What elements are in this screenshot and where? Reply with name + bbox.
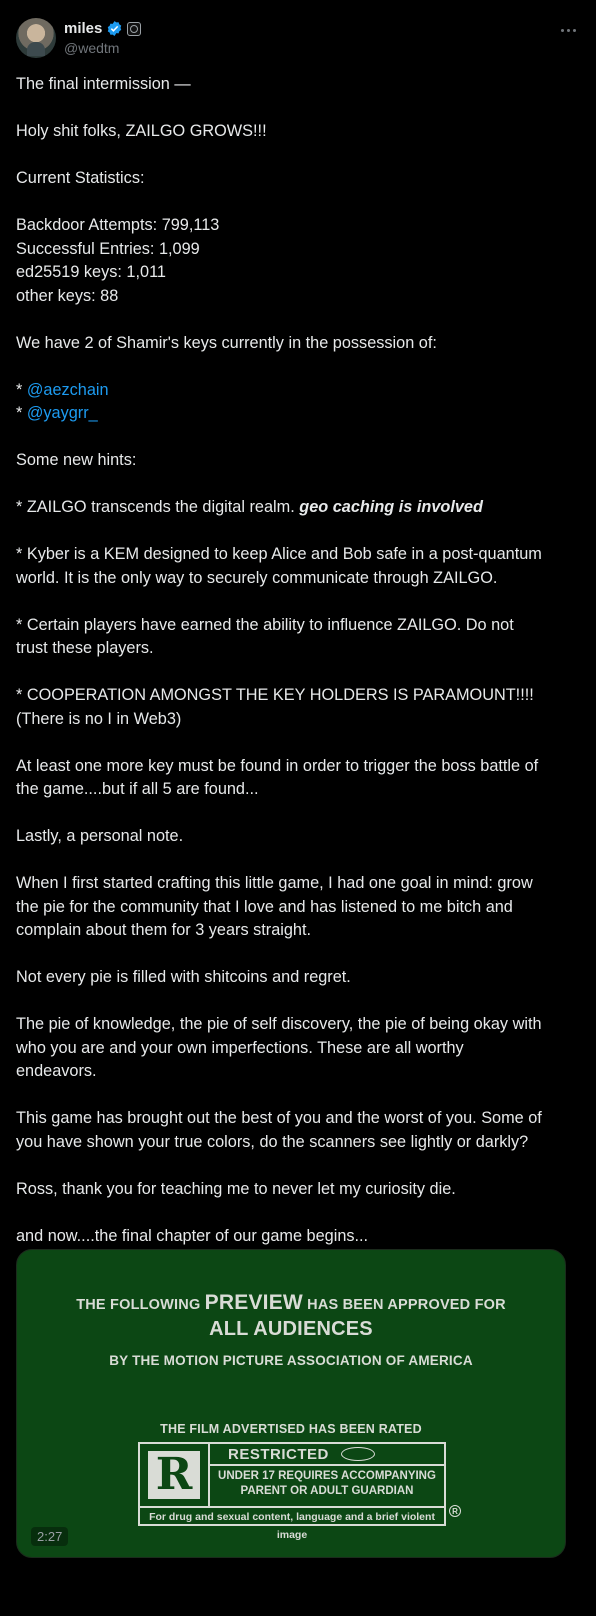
tweet-header: miles @wedtm — [16, 16, 580, 60]
text-line: * Kyber is a KEM designed to keep Alice … — [16, 545, 542, 563]
emphasized-text: geo caching is involved — [299, 498, 483, 516]
rated-label: THE FILM ADVERTISED HAS BEEN RATED — [160, 1422, 422, 1436]
text-line: trust these players. — [16, 639, 154, 657]
text-line: complain about them for 3 years straight… — [16, 921, 312, 939]
preview-notice: THE FOLLOWING PREVIEW HAS BEEN APPROVED … — [17, 1291, 565, 1315]
text-line: world. It is the only way to securely co… — [16, 568, 498, 587]
more-icon[interactable] — [556, 20, 580, 40]
text-line: * ZAILGO transcends the digital realm. g… — [16, 496, 582, 520]
mpaa-label: BY THE MOTION PICTURE ASSOCIATION OF AME… — [109, 1353, 473, 1368]
rating-reason: For drug and sexual content, language an… — [140, 1506, 444, 1541]
text-line: and now....the final chapter of our game… — [16, 1226, 369, 1245]
bullet: * — [16, 380, 27, 399]
text-line: * @aezchain — [16, 379, 582, 403]
verified-badge-icon — [108, 21, 122, 36]
text-line: who you are and your own imperfections. … — [16, 1038, 464, 1057]
notice-emphasis: PREVIEW — [204, 1291, 303, 1314]
text-line: Not every pie is filled with shitcoins a… — [16, 968, 351, 986]
bullet: * — [16, 404, 27, 422]
text-line: The pie of knowledge, the pie of self di… — [16, 1015, 542, 1033]
name-row: miles — [64, 20, 142, 37]
text-line: Current Statistics: — [16, 169, 145, 187]
text-line: ed25519 keys: 1,011 — [16, 263, 166, 281]
rating-sub-line: UNDER 17 REQUIRES ACCOMPANYING — [218, 1470, 436, 1482]
text-line: (There is no I in Web3) — [16, 709, 182, 728]
affiliate-badge-icon — [127, 21, 142, 36]
text-line: Lastly, a personal note. — [16, 827, 184, 845]
text-line: Backdoor Attempts: 799,113 — [16, 216, 220, 234]
mention-link[interactable]: @aezchain — [27, 381, 109, 399]
rating-subtitle: UNDER 17 REQUIRES ACCOMPANYING PARENT OR… — [210, 1469, 444, 1499]
text-line: The final intermission — — [16, 75, 191, 93]
tweet: miles @wedtm The final intermission — Ho… — [0, 0, 596, 1616]
text-line: * @yaygrr_ — [16, 402, 582, 426]
rating-title: RESTRICTED — [228, 1445, 329, 1463]
video-duration: 2:27 — [31, 1527, 69, 1546]
hint-text: * ZAILGO transcends the digital realm. — [16, 498, 300, 516]
text-line: We have 2 of Shamir's keys currently in … — [16, 333, 437, 352]
notice-text: HAS BEEN APPROVED FOR — [307, 1297, 506, 1313]
display-name[interactable]: miles — [64, 20, 102, 37]
text-line: When I first started crafting this littl… — [16, 874, 533, 892]
audience-label: ALL AUDIENCES — [209, 1318, 373, 1340]
avatar[interactable] — [16, 18, 56, 58]
tweet-text: The final intermission — Holy shit folks… — [16, 73, 582, 1248]
text-line: This game has brought out the best of yo… — [16, 1109, 542, 1127]
text-line: Ross, thank you for teaching me to never… — [16, 1179, 456, 1198]
text-line: the game....but if all 5 are found... — [16, 780, 259, 798]
rating-letter-cell: R — [140, 1444, 210, 1506]
notice-text: THE FOLLOWING — [76, 1297, 201, 1313]
text-line: At least one more key must be found in o… — [16, 756, 539, 775]
rating-sub-line: PARENT OR ADULT GUARDIAN — [240, 1485, 414, 1497]
rating-title-row: RESTRICTED — [210, 1444, 444, 1466]
text-line: * COOPERATION AMONGST THE KEY HOLDERS IS… — [16, 686, 534, 704]
text-line: you have shown your true colors, do the … — [16, 1132, 529, 1151]
text-line: Holy shit folks, ZAILGO GROWS!!! — [16, 122, 267, 140]
text-line: Successful Entries: 1,099 — [16, 239, 200, 258]
video-player[interactable]: THE FOLLOWING PREVIEW HAS BEEN APPROVED … — [16, 1249, 566, 1558]
text-line: Some new hints: — [16, 451, 137, 469]
text-line: * Certain players have earned the abilit… — [16, 615, 514, 634]
text-line: the pie for the community that I love an… — [16, 897, 513, 916]
text-line: other keys: 88 — [16, 286, 119, 305]
handle[interactable]: @wedtm — [64, 40, 119, 56]
rating-letter: R — [148, 1451, 200, 1499]
mention-link[interactable]: @yaygrr_ — [27, 404, 98, 422]
rating-box: R RESTRICTED UNDER 17 REQUIRES ACCOMPANY… — [138, 1442, 446, 1541]
registered-mark-icon: R — [449, 1505, 461, 1517]
text-line: endeavors. — [16, 1062, 97, 1080]
mpaa-seal-icon — [340, 1447, 375, 1461]
rating-detail: RESTRICTED UNDER 17 REQUIRES ACCOMPANYIN… — [210, 1444, 444, 1506]
